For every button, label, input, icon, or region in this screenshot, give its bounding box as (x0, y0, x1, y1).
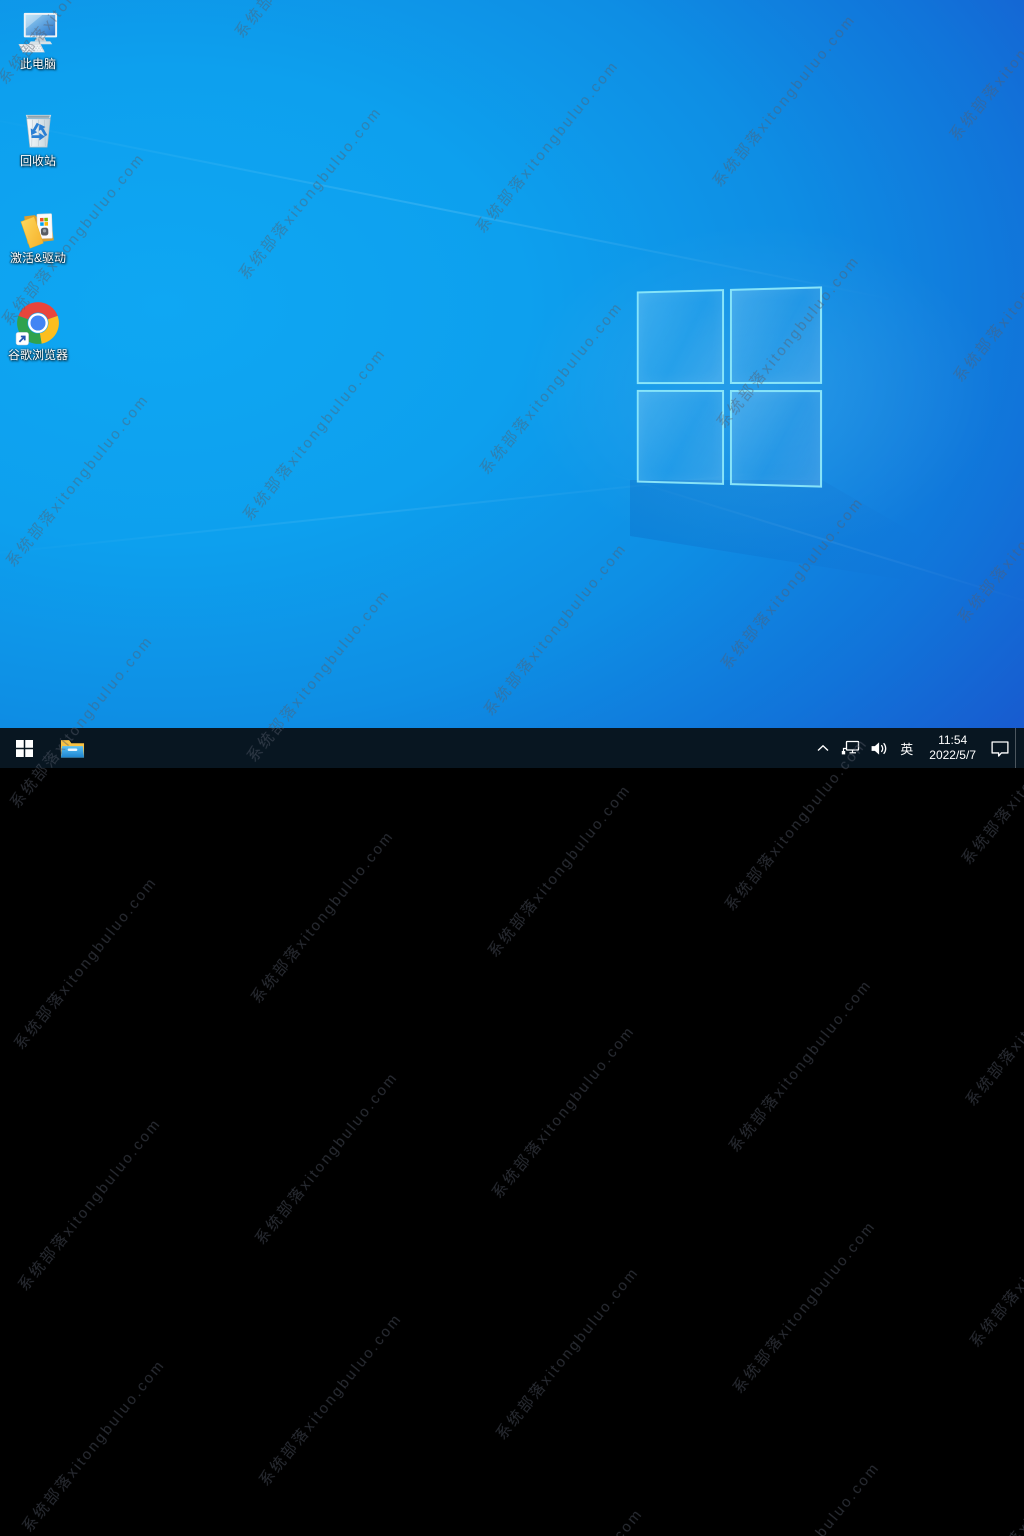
ime-indicator[interactable]: 英 (893, 728, 920, 768)
watermark-text: 系统部落xitongbuluo.com (9, 872, 162, 1054)
network-button[interactable] (835, 728, 865, 768)
watermark-text: 系统部落xitongbuluo.com (968, 1411, 1024, 1536)
windows-logo-pane (637, 390, 724, 485)
desktop-icon-label: 此电脑 (20, 57, 56, 71)
windows-logo-pane (637, 289, 724, 384)
folder-icon (14, 202, 62, 250)
watermark-text: 系统部落xitongbuluo.com (17, 1354, 170, 1536)
windows-logo-pane (730, 390, 822, 488)
wallpaper-logo-shadow (630, 480, 1024, 680)
watermark-text: 系统部落xitongbuluo.com (727, 1216, 880, 1398)
file-explorer-button[interactable] (48, 728, 96, 768)
desktop-icon-activation-drivers[interactable]: 激活&驱动 (0, 202, 76, 299)
watermark-text: 系统部落xitongbuluo.com (246, 826, 399, 1008)
desktop-icon-recycle-bin[interactable]: 回收站 (0, 105, 76, 202)
clock-date: 2022/5/7 (929, 748, 976, 763)
wallpaper-light-ray (600, 470, 1024, 609)
watermark-text: 系统部落xitongbuluo.com (483, 779, 636, 961)
volume-button[interactable] (865, 728, 893, 768)
ethernet-network-icon (840, 740, 860, 756)
shortcut-arrow-overlay (16, 332, 29, 345)
taskbar: 英 11:54 2022/5/7 (0, 728, 1024, 768)
action-center-icon (990, 739, 1010, 757)
desktop[interactable]: 此电脑 回收站 激活&驱动 谷歌浏览器 (0, 0, 1024, 728)
desktop-icon-this-pc[interactable]: 此电脑 (0, 8, 76, 105)
watermark-text: 系统部落xitongbuluo.com (731, 1457, 884, 1536)
action-center-button[interactable] (985, 728, 1015, 768)
watermark-text: 系统部落xitongbuluo.com (495, 1503, 648, 1536)
show-desktop-button[interactable] (1015, 728, 1024, 768)
watermark-text: 系统部落xitongbuluo.com (723, 974, 876, 1156)
tray-overflow-button[interactable] (811, 728, 835, 768)
clock-time: 11:54 (938, 733, 967, 748)
watermark-text: 系统部落xitongbuluo.com (13, 1113, 166, 1295)
system-tray: 英 11:54 2022/5/7 (811, 728, 1024, 768)
watermark-text: 系统部落xitongbuluo.com (487, 1021, 640, 1203)
recycle-bin-icon (14, 105, 62, 153)
clock[interactable]: 11:54 2022/5/7 (920, 728, 985, 768)
this-pc-icon (14, 8, 62, 56)
watermark-text: 系统部落xitongbuluo.com (254, 1308, 407, 1490)
desktop-icon-label: 谷歌浏览器 (8, 348, 68, 362)
watermark-text: 系统部落xitongbuluo.com (250, 1067, 403, 1249)
desktop-icon-column: 此电脑 回收站 激活&驱动 谷歌浏览器 (0, 8, 76, 396)
desktop-icon-label: 激活&驱动 (10, 251, 66, 265)
file-explorer-icon (60, 737, 85, 759)
speaker-icon (870, 741, 888, 756)
chevron-up-icon (816, 743, 830, 753)
desktop-icon-label: 回收站 (20, 154, 56, 168)
wallpaper-light-ray (0, 470, 776, 558)
desktop-icon-chrome[interactable]: 谷歌浏览器 (0, 299, 76, 396)
watermark-text: 系统部落xitongbuluo.com (964, 1169, 1024, 1351)
wallpaper-light-ray (0, 112, 902, 302)
windows-logo-wallpaper (637, 286, 822, 487)
windows-logo-pane (730, 286, 822, 384)
start-button[interactable] (0, 728, 48, 768)
watermark-text: 系统部落xitongbuluo.com (960, 928, 1024, 1110)
windows-start-icon (16, 740, 33, 757)
chrome-icon (14, 299, 62, 347)
watermark-text: 系统部落xitongbuluo.com (491, 1262, 644, 1444)
